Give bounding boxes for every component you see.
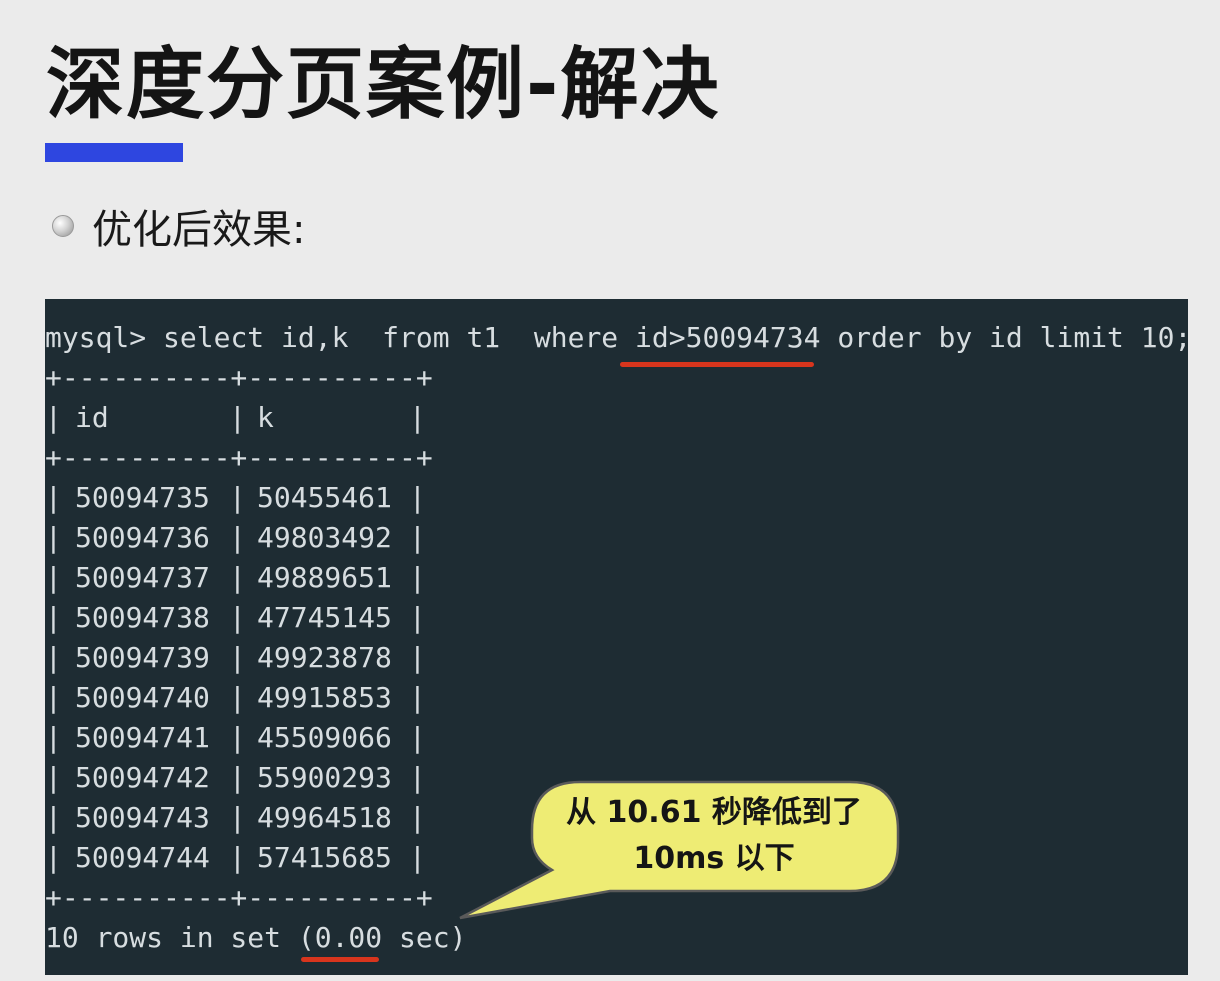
table-row: | 50094744 | 57415685 | [45,838,445,878]
table-cell-k: 49923878 [257,641,392,674]
title-accent-bar [45,143,183,162]
table-border-mid: +----------+----------+ [45,441,433,474]
table-cell-k: 50455461 [257,481,392,514]
table-cell-divider: | [409,561,426,594]
table-cell-divider: | [409,761,426,794]
table-cell-divider: | [409,641,426,674]
mysql-prompt: mysql> [45,321,147,354]
table-row: | 50094738 | 47745145 | [45,598,445,638]
result-text-end: sec) [382,921,467,954]
table-cell-divider: | [409,801,426,834]
table-row: | 50094741 | 45509066 | [45,718,445,758]
table-cell-divider: | [409,601,426,634]
table-cell-divider: | [45,481,62,514]
table-row: | 50094739 | 49923878 | [45,638,445,678]
table-cell-divider: | [45,841,62,874]
callout-line-2: 10ms 以下 [633,841,795,876]
callout-line-1: 从 10.61 秒降低到了 [566,795,862,830]
table-cell-divider: | [229,401,246,434]
table-cell-id: 50094737 [75,561,210,594]
table-cell-divider: | [45,721,62,754]
bullet-item: 优化后效果: [52,196,305,256]
table-cell-id: 50094740 [75,681,210,714]
table-header-row: | id | k | [45,398,445,438]
table-cell-divider: | [45,801,62,834]
table-cell-k: 49964518 [257,801,392,834]
table-cell-k: 57415685 [257,841,392,874]
table-cell-divider: | [409,481,426,514]
table-cell-divider: | [409,841,426,874]
table-cell-divider: | [45,521,62,554]
table-border-bottom: +----------+----------+ [45,881,433,914]
bullet-icon [52,215,74,237]
table-cell-k: 55900293 [257,761,392,794]
table-cell-divider: | [229,841,246,874]
table-header-k: k [257,401,274,434]
table-cell-divider: | [409,721,426,754]
query-text-end: order by id limit 10; [820,321,1188,354]
slide-title: 深度分页案例-解决 [46,40,721,130]
table-cell-divider: | [409,681,426,714]
table-row: | 50094735 | 50455461 | [45,478,445,518]
table-cell-divider: | [45,681,62,714]
table-cell-divider: | [229,721,246,754]
table-header-id: id [75,401,109,434]
table-cell-k: 45509066 [257,721,392,754]
table-cell-divider: | [45,401,62,434]
table-cell-divider: | [229,801,246,834]
query-line: mysql> select id,k from t1 where id>5009… [45,318,1188,358]
table-cell-id: 50094736 [75,521,210,554]
table-cell-id: 50094738 [75,601,210,634]
result-line: 10 rows in set (0.00 sec) [45,918,466,958]
table-cell-id: 50094744 [75,841,210,874]
table-cell-id: 50094741 [75,721,210,754]
table-cell-divider: | [45,561,62,594]
table-row: | 50094737 | 49889651 | [45,558,445,598]
bullet-text: 优化后效果: [92,207,306,253]
table-row: | 50094743 | 49964518 | [45,798,445,838]
query-highlight-condition: id>50094734 [635,321,821,354]
table-cell-divider: | [45,641,62,674]
table-cell-divider: | [409,401,426,434]
table-border-top: +----------+----------+ [45,361,433,394]
table-cell-k: 49915853 [257,681,392,714]
table-cell-id: 50094743 [75,801,210,834]
table-cell-divider: | [229,641,246,674]
table-cell-k: 49889651 [257,561,392,594]
table-cell-id: 50094735 [75,481,210,514]
table-cell-divider: | [229,561,246,594]
table-cell-divider: | [229,601,246,634]
time-underline [301,957,379,962]
callout-text: 从 10.61 秒降低到了 10ms 以下 [535,790,893,882]
table-cell-id: 50094739 [75,641,210,674]
query-time: 0.00 [314,921,383,954]
table-cell-k: 47745145 [257,601,392,634]
table-cell-divider: | [45,761,62,794]
table-cell-divider: | [229,521,246,554]
table-cell-k: 49803492 [257,521,392,554]
table-row: | 50094742 | 55900293 | [45,758,445,798]
table-cell-id: 50094742 [75,761,210,794]
table-cell-divider: | [229,761,246,794]
table-cell-divider: | [45,601,62,634]
table-cell-divider: | [409,521,426,554]
table-cell-divider: | [229,681,246,714]
table-row: | 50094736 | 49803492 | [45,518,445,558]
table-row: | 50094740 | 49915853 | [45,678,445,718]
query-text: select id,k from t1 where [163,321,636,354]
condition-underline [620,362,814,367]
result-text: 10 rows in set ( [45,921,315,954]
table-cell-divider: | [229,481,246,514]
